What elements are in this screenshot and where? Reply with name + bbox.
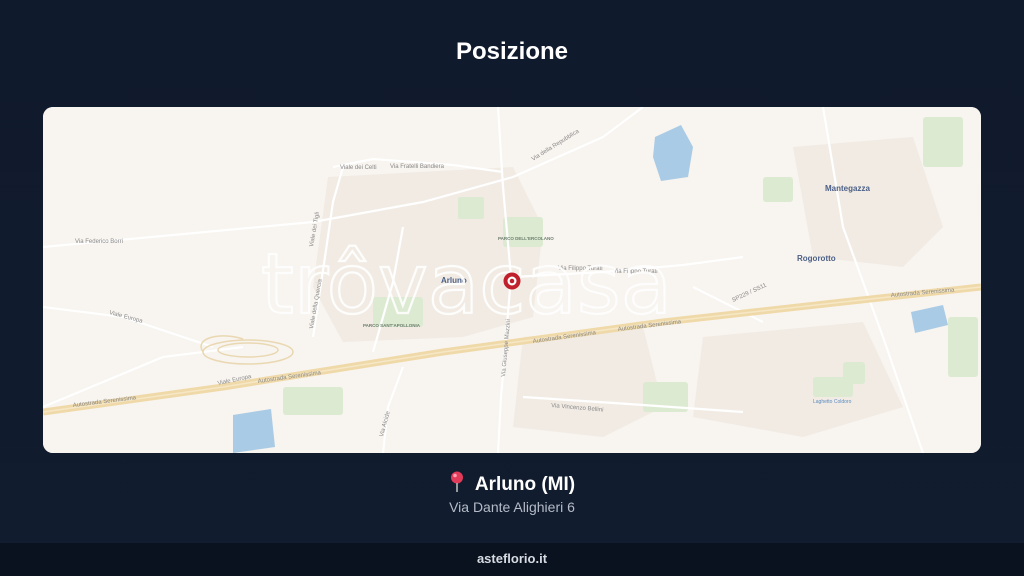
map-pin-icon [450,471,463,492]
street-label: Via Federico Borri [75,239,123,245]
street-label: Viale dei Celti [340,165,377,171]
map[interactable]: Viale dei Celti Via Fratelli Bandiera Vi… [43,107,981,453]
location-marker-icon[interactable] [503,272,521,290]
footer-site[interactable]: asteflorio.it [477,551,547,566]
street-label: Via Fratelli Bandiera [390,164,445,170]
watermark-logo: trôvacasa [261,235,672,333]
town-label-rogorotto: Rogorotto [797,254,836,263]
address: Via Dante Alighieri 6 [449,499,575,515]
map-canvas[interactable]: Viale dei Celti Via Fratelli Bandiera Vi… [43,107,981,453]
location-title: Arluno (MI) [0,471,1024,496]
footer: asteflorio.it [0,543,1024,576]
town-label-mantegazza: Mantegazza [825,184,870,193]
city-name: Arluno (MI) [474,474,576,495]
water-label: Laghetto Coldoro [813,399,852,405]
lake-southwest [233,409,275,453]
page-title: Posizione [455,38,569,65]
